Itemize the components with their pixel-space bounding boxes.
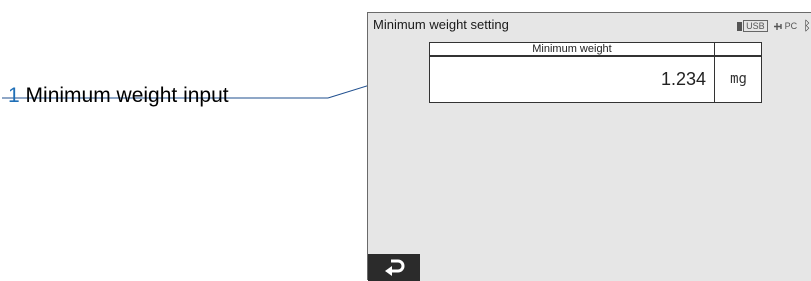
bluetooth-icon: ᛒ — [803, 18, 811, 34]
device-screen: Minimum weight setting USB PC ᛒ Minimum … — [367, 12, 811, 281]
unit-header-cell — [714, 43, 762, 55]
usb-icon: USB — [737, 20, 768, 32]
bottom-bar — [368, 254, 811, 281]
pc-connection-icon: PC — [773, 21, 798, 31]
usb-label: USB — [743, 20, 768, 32]
minimum-weight-value: 1.234 — [660, 69, 706, 89]
minimum-weight-header-label: Minimum weight — [532, 43, 612, 55]
pc-label: PC — [784, 21, 798, 31]
callout-label: 1 Minimum weight input — [8, 84, 229, 108]
callout-number: 1 — [8, 84, 20, 107]
minimum-weight-input[interactable]: 1.234 mg — [429, 56, 762, 103]
minimum-weight-unit: mg — [714, 57, 762, 102]
status-indicators: USB PC ᛒ — [737, 18, 811, 34]
minimum-weight-header: Minimum weight — [429, 42, 762, 56]
back-button[interactable] — [368, 254, 420, 281]
callout-text: Minimum weight input — [25, 84, 229, 107]
screen-title: Minimum weight setting — [373, 17, 509, 32]
title-bar: Minimum weight setting USB PC ᛒ — [368, 13, 811, 39]
back-arrow-icon — [385, 259, 405, 276]
callout-annotation: 1 Minimum weight input — [0, 64, 430, 144]
